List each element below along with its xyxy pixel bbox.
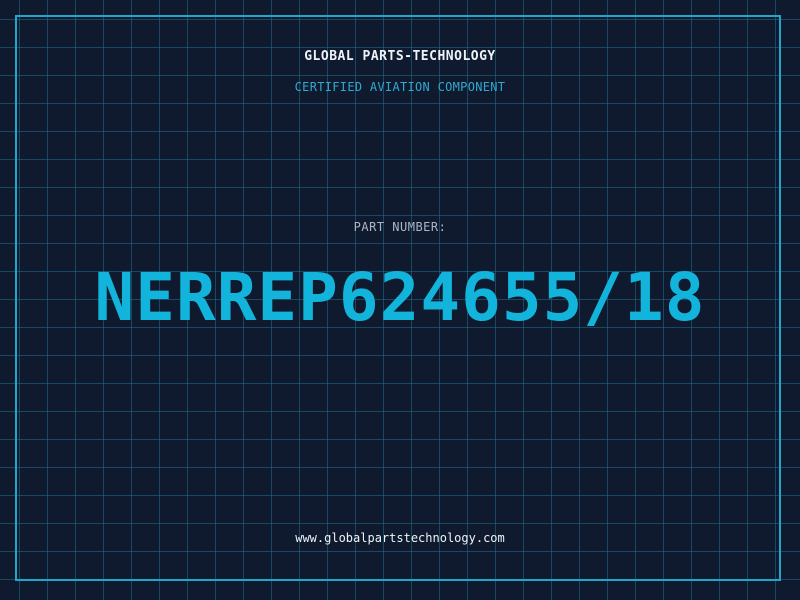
certification-subtitle: CERTIFIED AVIATION COMPONENT [294,80,506,94]
label-card: GLOBAL PARTS-TECHNOLOGY CERTIFIED AVIATI… [0,0,800,600]
part-number-label: PART NUMBER: [353,220,447,234]
part-number-value: NERREP624655/18 [94,259,706,336]
website-url: www.globalpartstechnology.com [295,531,505,545]
company-name: GLOBAL PARTS-TECHNOLOGY [304,49,496,64]
